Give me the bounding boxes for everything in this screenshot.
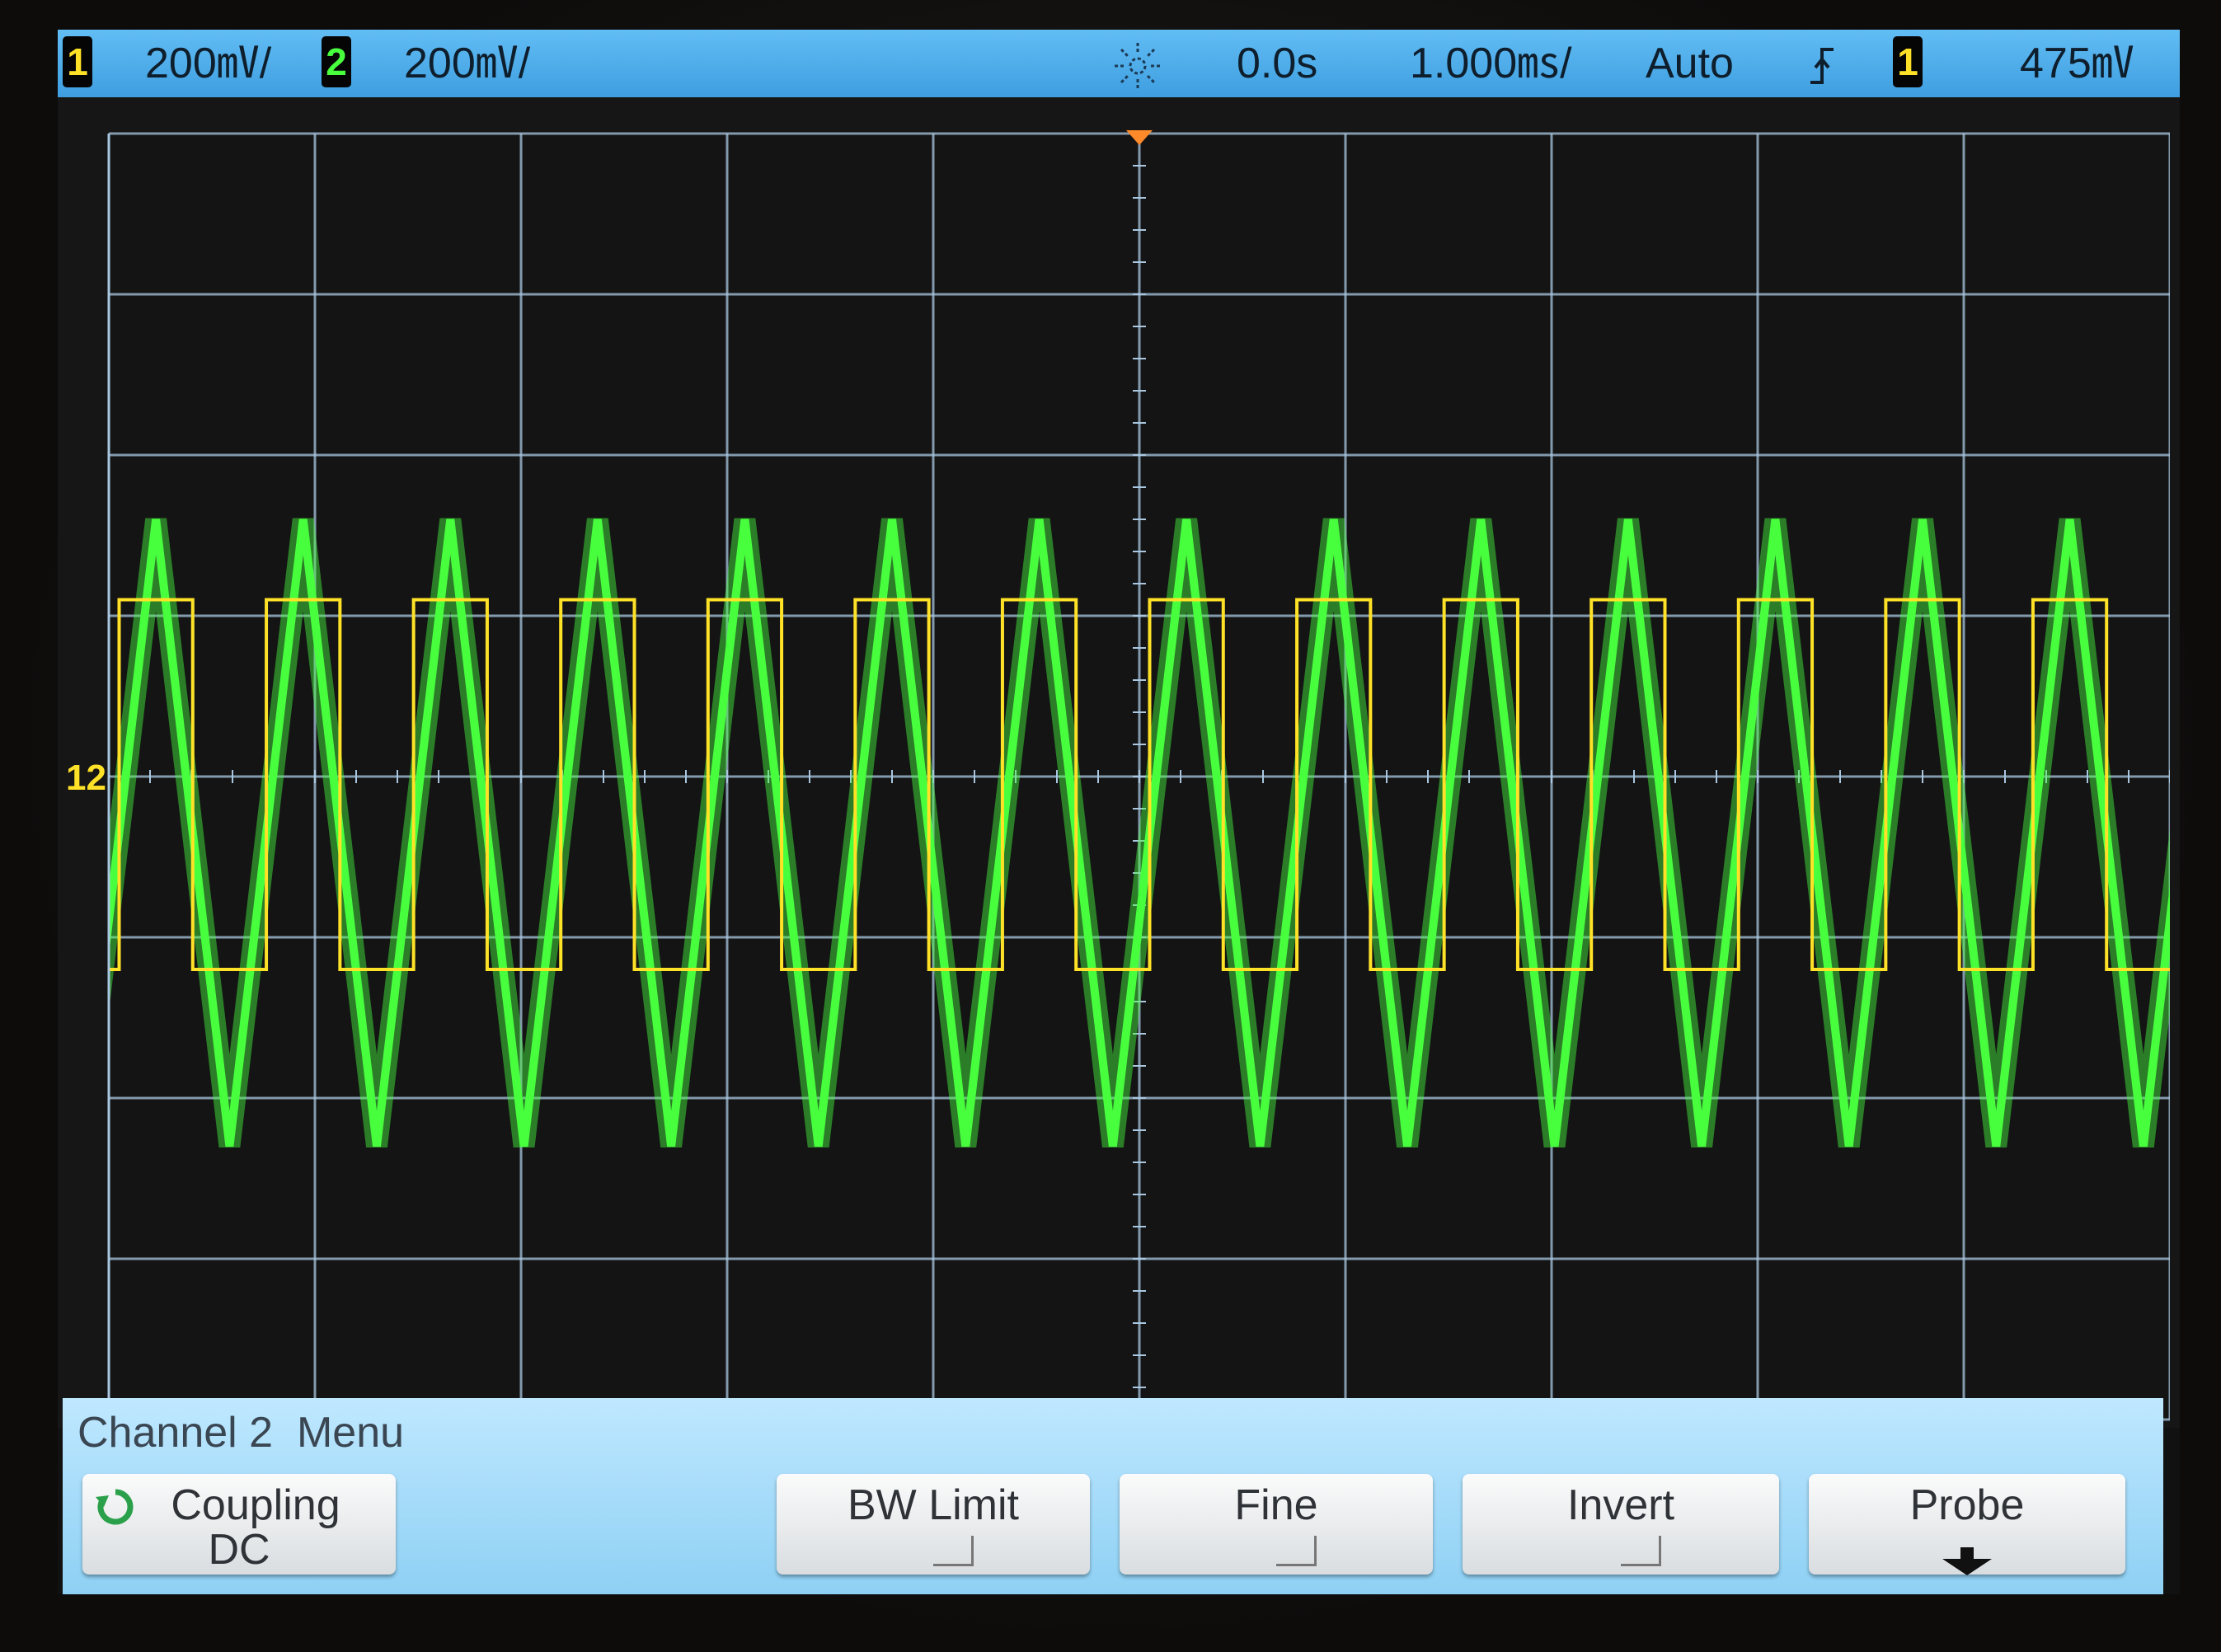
rising-edge-icon xyxy=(1805,43,1838,101)
oscilloscope-screen: 1 200㎷/ 2 200㎷/ 0.0s 1.000㎳/ Auto 1 475㎷… xyxy=(58,30,2180,1594)
horizontal-delay[interactable]: 0.0s xyxy=(1237,38,1317,89)
trigger-level[interactable]: 475㎷ xyxy=(2020,38,2134,89)
channel-1-badge[interactable]: 1 xyxy=(63,36,92,87)
acquisition-sun-icon xyxy=(1113,41,1162,102)
horizontal-scale[interactable]: 1.000㎳/ xyxy=(1410,38,1572,89)
checkbox-indicator-icon xyxy=(933,1536,974,1566)
coupling-label: Coupling xyxy=(171,1481,340,1529)
fine-label: Fine xyxy=(1234,1481,1318,1529)
submenu-arrow-icon xyxy=(1941,1538,1993,1588)
bw-limit-softkey[interactable]: BW Limit xyxy=(777,1474,1090,1575)
right-margin xyxy=(2170,97,2180,1428)
channel-2-badge[interactable]: 2 xyxy=(322,36,351,87)
trigger-mode[interactable]: Auto xyxy=(1646,38,1734,89)
channel-1-scale[interactable]: 200㎷/ xyxy=(145,38,271,89)
channel-2-menu: Channel 2 Menu Coupling DC BW Limit Fine… xyxy=(63,1398,2163,1594)
status-bar: 1 200㎷/ 2 200㎷/ 0.0s 1.000㎳/ Auto 1 475㎷ xyxy=(58,30,2180,97)
checkbox-indicator-icon xyxy=(1276,1536,1317,1566)
probe-label: Probe xyxy=(1909,1481,2025,1529)
menu-title: Channel 2 Menu xyxy=(77,1409,405,1457)
checkbox-indicator-icon xyxy=(1621,1536,1661,1566)
invert-softkey[interactable]: Invert xyxy=(1463,1474,1779,1575)
waveform-display: 12 xyxy=(58,97,2180,1428)
fine-softkey[interactable]: Fine xyxy=(1120,1474,1433,1575)
trigger-source-badge[interactable]: 1 xyxy=(1893,36,1923,87)
invert-label: Invert xyxy=(1566,1481,1675,1529)
channel-2-scale[interactable]: 200㎷/ xyxy=(404,38,530,89)
coupling-softkey[interactable]: Coupling DC xyxy=(82,1474,396,1575)
coupling-value: DC xyxy=(208,1526,270,1574)
bw-limit-label: BW Limit xyxy=(848,1481,1019,1529)
probe-softkey[interactable]: Probe xyxy=(1809,1474,2125,1575)
graticule: 12 xyxy=(58,97,2180,1428)
ground-reference-marker: 12 xyxy=(66,758,106,798)
